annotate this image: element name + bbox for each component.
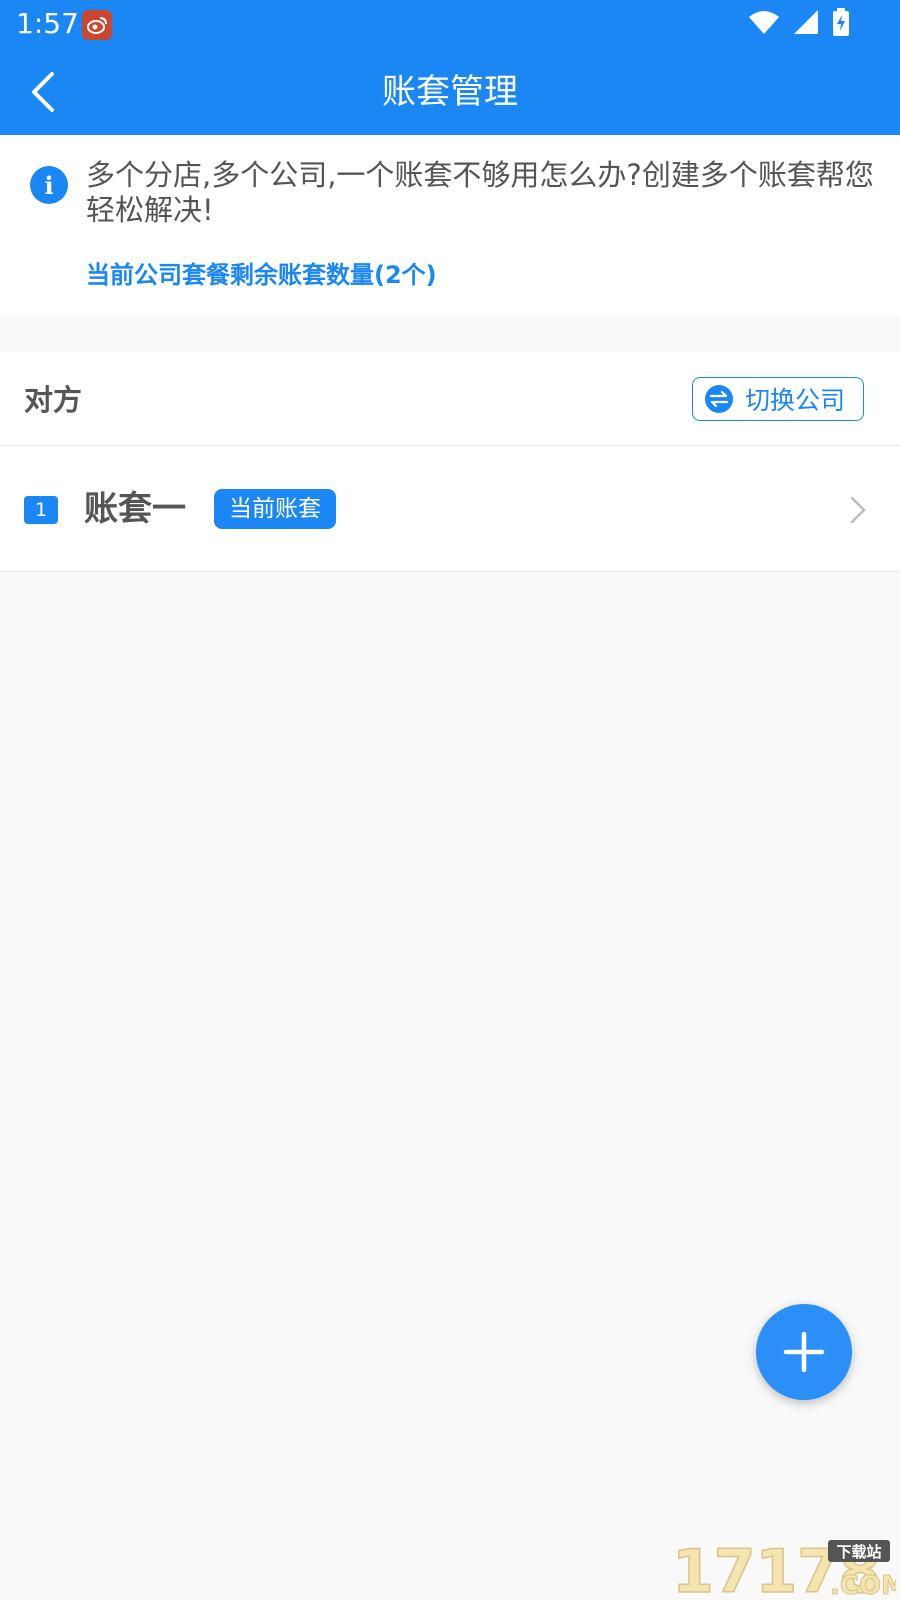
info-text: 多个分店,多个公司,一个账套不够用怎么办?创建多个账套帮您轻松解决! <box>86 158 874 227</box>
header: 1:57 账套管理 <box>0 0 900 135</box>
add-account-button[interactable] <box>756 1304 852 1400</box>
watermark-logo: 17178 下载站 .COM <box>671 1536 896 1598</box>
signal-icon <box>794 10 818 34</box>
company-name: 对方 <box>24 383 83 417</box>
switch-company-label: 切换公司 <box>745 386 846 415</box>
account-set-management-screen: 1:57 账套管理 i 多个分店,多个公司,一个账套不够用怎么办?创建多个账套帮… <box>0 0 900 1600</box>
info-icon: i <box>30 166 68 204</box>
account-name: 账套一 <box>84 489 186 529</box>
battery-charging-icon <box>833 8 849 36</box>
account-item[interactable]: 1 账套一 当前账套 <box>0 446 900 572</box>
swap-icon <box>705 385 733 413</box>
page-title: 账套管理 <box>382 72 518 112</box>
chevron-right-icon <box>850 496 866 524</box>
svg-text:.COM: .COM <box>830 1571 896 1598</box>
weibo-icon <box>82 10 112 40</box>
switch-company-button[interactable]: 切换公司 <box>692 377 864 421</box>
status-time: 1:57 <box>16 7 79 40</box>
company-row: 对方 切换公司 <box>0 352 900 446</box>
account-index: 1 <box>24 496 58 524</box>
wifi-icon <box>749 11 779 34</box>
quota-text: 当前公司套餐剩余账套数量(2个) <box>86 261 437 289</box>
plus-icon <box>783 1331 825 1373</box>
current-account-badge: 当前账套 <box>214 489 336 529</box>
status-icons <box>748 8 850 36</box>
svg-text:下载站: 下载站 <box>836 1543 881 1561</box>
